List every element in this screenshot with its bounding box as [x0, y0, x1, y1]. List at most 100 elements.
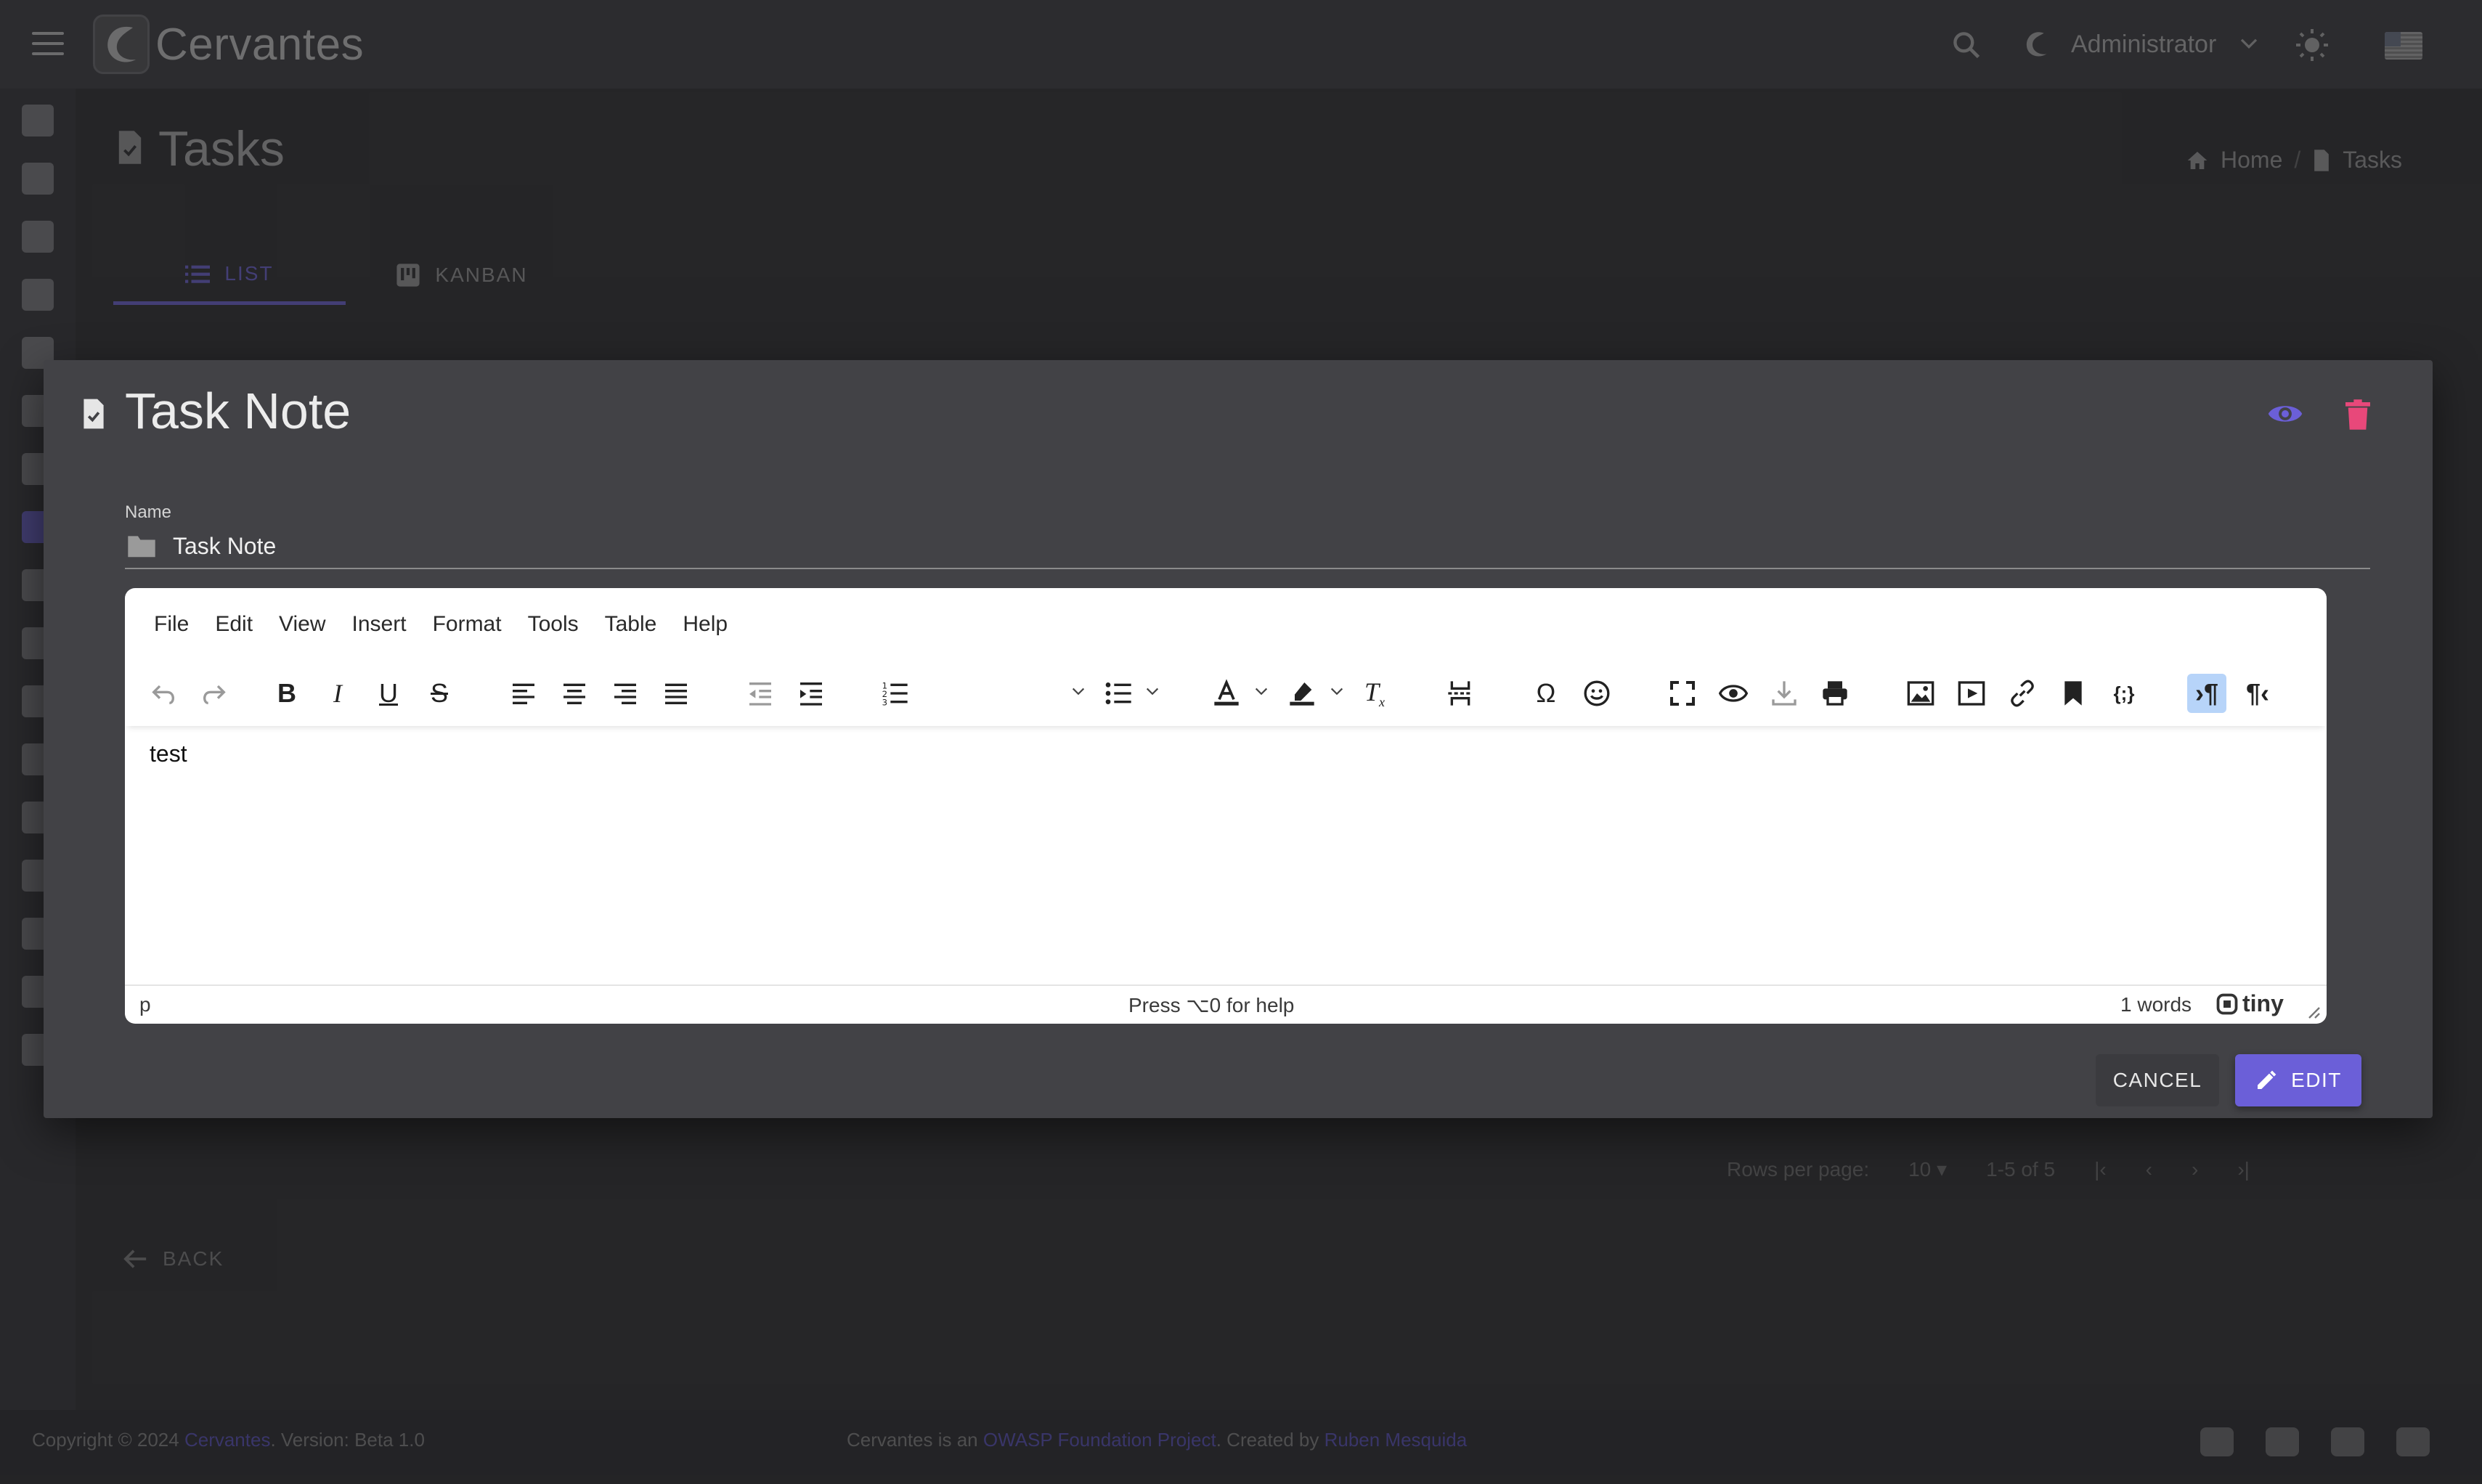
align-center-icon — [563, 683, 585, 704]
insert-link-button[interactable] — [2003, 674, 2042, 713]
menu-format[interactable]: Format — [433, 612, 502, 637]
bullet-list-button[interactable] — [1099, 674, 1139, 713]
underline-button[interactable]: U — [369, 674, 408, 713]
download-icon — [1772, 681, 1797, 706]
tiny-logo-icon — [2216, 993, 2238, 1014]
dialog-title: Task Note — [125, 383, 351, 439]
svg-text:3: 3 — [882, 698, 887, 708]
editor-menubar: File Edit View Insert Format Tools Table… — [125, 588, 2327, 661]
editor-toolbar: B I U S 123 Tx Ω {;} ›¶ ¶‹ — [125, 661, 2327, 726]
help-hint: Press ⌥0 for help — [1128, 994, 1295, 1016]
strikethrough-icon: S — [430, 678, 448, 708]
outdent-icon — [749, 682, 771, 706]
code-braces-icon: {;} — [2113, 682, 2135, 704]
name-field — [125, 524, 2370, 569]
smiley-icon — [1584, 680, 1610, 706]
undo-button[interactable] — [144, 674, 183, 713]
highlighter-icon — [1290, 682, 1314, 706]
folder-icon — [128, 536, 155, 558]
ltr-button[interactable]: ›¶ — [2187, 674, 2226, 713]
special-character-button[interactable]: Ω — [1526, 674, 1566, 713]
align-left-button[interactable] — [504, 674, 543, 713]
preview-button[interactable] — [1714, 674, 1753, 713]
menu-help[interactable]: Help — [683, 612, 728, 637]
element-path[interactable]: p — [139, 993, 151, 1016]
emoticons-button[interactable] — [1577, 674, 1616, 713]
word-count[interactable]: 1 words — [2120, 993, 2192, 1016]
align-center-button[interactable] — [555, 674, 594, 713]
print-button[interactable] — [1815, 674, 1855, 713]
rich-text-editor: File Edit View Insert Format Tools Table… — [125, 588, 2327, 1024]
export-button[interactable] — [1765, 674, 1804, 713]
task-note-icon — [84, 399, 104, 429]
highlight-color-chevron-icon[interactable] — [1329, 685, 1345, 698]
bullet-list-chevron-icon[interactable] — [1144, 685, 1160, 698]
strikethrough-button[interactable]: S — [420, 674, 459, 713]
bookmark-icon — [2064, 681, 2082, 706]
align-right-icon — [614, 683, 636, 704]
outdent-button[interactable] — [741, 674, 780, 713]
bold-button[interactable]: B — [267, 674, 306, 713]
editor-content[interactable]: test — [150, 741, 187, 767]
menu-tools[interactable]: Tools — [528, 612, 579, 637]
edit-label: EDIT — [2291, 1069, 2342, 1091]
fullscreen-button[interactable] — [1663, 674, 1702, 713]
editor-statusbar: p Press ⌥0 for help 1 words tiny — [125, 984, 2327, 1024]
code-sample-button[interactable]: {;} — [2104, 674, 2144, 713]
numbered-list-icon: 123 — [882, 680, 908, 708]
numbered-list-button[interactable]: 123 — [876, 674, 915, 713]
tiny-branding[interactable]: tiny — [2216, 990, 2284, 1017]
text-color-chevron-icon[interactable] — [1253, 685, 1269, 698]
fullscreen-icon — [1670, 681, 1695, 706]
ltr-paragraph-icon: ›¶ — [2194, 678, 2218, 708]
page-break-icon — [1448, 681, 1473, 706]
insert-image-button[interactable] — [1901, 674, 1940, 713]
align-justify-icon — [665, 683, 687, 704]
text-color-icon — [1214, 679, 1239, 706]
pencil-icon — [2258, 1070, 2276, 1089]
text-color-button[interactable] — [1207, 674, 1246, 713]
clear-formatting-button[interactable]: Tx — [1355, 674, 1394, 713]
tiny-label: tiny — [2242, 990, 2284, 1016]
numbered-list-chevron-icon[interactable] — [1070, 685, 1086, 698]
preview-eye-icon — [1719, 685, 1748, 702]
highlight-color-button[interactable] — [1282, 674, 1322, 713]
page-break-button[interactable] — [1441, 674, 1480, 713]
bullet-list-icon — [1105, 682, 1131, 704]
image-icon — [1907, 681, 1934, 706]
resize-handle-icon[interactable] — [2306, 1005, 2321, 1019]
underline-icon: U — [379, 678, 398, 708]
edit-button[interactable]: EDIT — [2235, 1054, 2361, 1106]
rtl-paragraph-icon: ¶‹ — [2245, 678, 2269, 708]
undo-icon — [152, 685, 175, 704]
name-input[interactable] — [173, 532, 2279, 560]
redo-icon — [203, 685, 226, 704]
align-left-icon — [513, 683, 534, 704]
preview-eye-icon[interactable] — [2267, 401, 2303, 427]
menu-file[interactable]: File — [154, 612, 189, 637]
printer-icon — [1823, 681, 1847, 706]
menu-insert[interactable]: Insert — [352, 612, 407, 637]
link-icon — [2011, 680, 2034, 707]
italic-icon: I — [333, 679, 342, 708]
menu-view[interactable]: View — [279, 612, 325, 637]
align-right-button[interactable] — [606, 674, 645, 713]
omega-icon: Ω — [1536, 678, 1556, 708]
cancel-button[interactable]: CANCEL — [2096, 1054, 2219, 1106]
video-icon — [1958, 681, 1985, 706]
menu-table[interactable]: Table — [605, 612, 657, 637]
task-note-dialog: Task Note Name File Edit View Insert For… — [44, 360, 2433, 1118]
redo-button[interactable] — [195, 674, 234, 713]
align-justify-button[interactable] — [656, 674, 696, 713]
insert-media-button[interactable] — [1952, 674, 1991, 713]
indent-icon — [800, 682, 822, 706]
name-field-label: Name — [125, 502, 172, 522]
rtl-button[interactable]: ¶‹ — [2238, 674, 2277, 713]
clear-formatting-icon: Tx — [1364, 677, 1386, 710]
menu-edit[interactable]: Edit — [215, 612, 253, 637]
bold-icon: B — [277, 678, 296, 708]
indent-button[interactable] — [792, 674, 831, 713]
italic-button[interactable]: I — [318, 674, 357, 713]
delete-trash-icon[interactable] — [2345, 399, 2370, 430]
anchor-button[interactable] — [2054, 674, 2093, 713]
